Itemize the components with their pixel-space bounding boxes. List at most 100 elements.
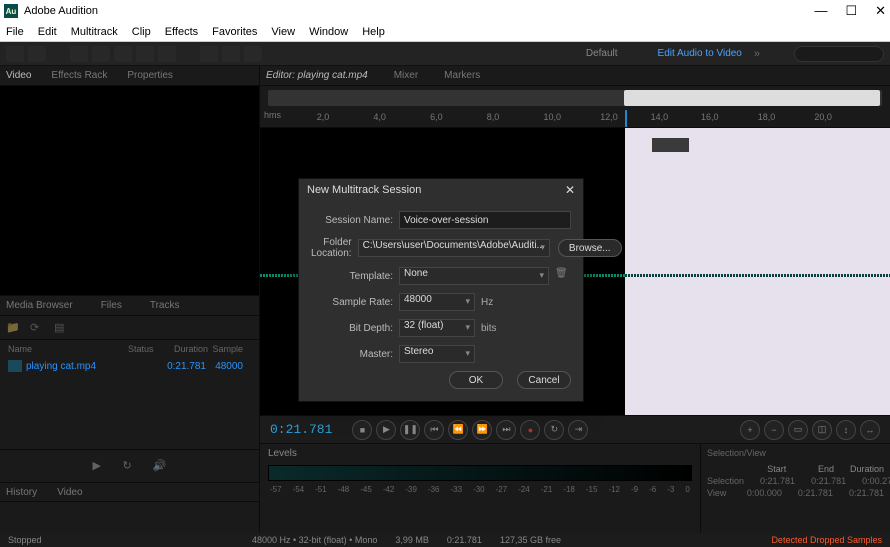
main-toolbar: Default Edit Audio to Video » <box>0 42 890 66</box>
view-start[interactable]: 0:00.000 <box>747 488 782 498</box>
master-select[interactable]: Stereo <box>399 345 475 363</box>
ok-button[interactable]: OK <box>449 371 503 389</box>
loop-button[interactable]: ↻ <box>544 420 564 440</box>
tab-tracks[interactable]: Tracks <box>150 300 180 311</box>
window-titlebar: Au Adobe Audition — ☐ ✕ <box>0 0 890 22</box>
selection-duration[interactable]: 0:00.274 <box>862 476 890 486</box>
dialog-titlebar[interactable]: New Multitrack Session ✕ <box>299 179 583 201</box>
tool-icon[interactable] <box>92 46 110 62</box>
window-minimize-button[interactable]: — <box>814 3 827 19</box>
play-icon[interactable]: ▶ <box>93 459 107 473</box>
tool-icon[interactable] <box>114 46 132 62</box>
sample-rate-select[interactable]: 48000 <box>399 293 475 311</box>
bit-depth-select[interactable]: 32 (float) <box>399 319 475 337</box>
selection-end[interactable]: 0:21.781 <box>811 476 846 486</box>
zoom-full-button[interactable]: ▭ <box>788 420 808 440</box>
menu-clip[interactable]: Clip <box>132 26 151 38</box>
workspace-edit-audio-to-video[interactable]: Edit Audio to Video <box>658 48 742 59</box>
rewind-button[interactable]: ⏪ <box>448 420 468 440</box>
browse-button[interactable]: Browse... <box>558 239 622 257</box>
menu-window[interactable]: Window <box>309 26 348 38</box>
go-end-button[interactable]: ⏭ <box>496 420 516 440</box>
time-ruler[interactable]: hms 2,0 4,0 6,0 8,0 10,0 12,0 14,0 16,0 … <box>260 110 890 128</box>
tab-properties[interactable]: Properties <box>127 70 173 81</box>
media-file-icon <box>8 360 22 372</box>
pause-button[interactable]: ❚❚ <box>400 420 420 440</box>
timecode-display[interactable]: 0:21.781 <box>270 422 332 437</box>
tab-editor-file[interactable]: Editor: playing cat.mp4 <box>266 70 368 81</box>
view-duration[interactable]: 0:21.781 <box>849 488 884 498</box>
volume-icon[interactable]: 🔊 <box>153 459 167 473</box>
tab-video[interactable]: Video <box>6 70 31 81</box>
status-disk: 127,35 GB free <box>500 535 561 545</box>
tool-icon[interactable] <box>136 46 154 62</box>
menu-file[interactable]: File <box>6 26 24 38</box>
tab-video2[interactable]: Video <box>57 487 82 498</box>
record-button[interactable]: ● <box>520 420 540 440</box>
file-name: playing cat.mp4 <box>26 361 136 372</box>
new-folder-icon[interactable]: ▤ <box>54 321 68 335</box>
tool-icon[interactable] <box>222 46 240 62</box>
label-folder-location: Folder Location: <box>311 237 352 259</box>
session-name-input[interactable] <box>399 211 571 229</box>
lvl-tick: -18 <box>563 485 575 494</box>
menu-help[interactable]: Help <box>362 26 385 38</box>
col-status[interactable]: Status <box>128 344 158 354</box>
selection-start[interactable]: 0:21.781 <box>760 476 795 486</box>
file-row[interactable]: playing cat.mp4 0:21.781 48000 <box>0 358 259 374</box>
tab-selection-view[interactable]: Selection/View <box>707 448 884 458</box>
selview-col-end: End <box>802 464 834 474</box>
levels-panel: Levels -57 -54 -51 -48 -45 -42 -39 -36 -… <box>260 444 700 533</box>
tool-icon[interactable] <box>200 46 218 62</box>
cancel-button[interactable]: Cancel <box>517 371 571 389</box>
window-close-button[interactable]: ✕ <box>875 3 886 19</box>
tab-levels[interactable]: Levels <box>268 448 692 459</box>
tab-effects-rack[interactable]: Effects Rack <box>51 70 107 81</box>
multitrack-view-button[interactable] <box>28 46 46 62</box>
folder-up-icon[interactable]: 📁 <box>6 321 20 335</box>
template-select[interactable]: None <box>399 267 549 285</box>
selection-marker[interactable] <box>652 138 689 152</box>
view-end[interactable]: 0:21.781 <box>798 488 833 498</box>
skip-selection-button[interactable]: ⇥ <box>568 420 588 440</box>
col-samplerate[interactable]: Sample <box>208 344 251 354</box>
workspace-default[interactable]: Default <box>586 48 618 59</box>
menu-effects[interactable]: Effects <box>165 26 198 38</box>
lvl-tick: -57 <box>270 485 282 494</box>
col-duration[interactable]: Duration <box>158 344 208 354</box>
tab-markers[interactable]: Markers <box>444 70 480 81</box>
menu-edit[interactable]: Edit <box>38 26 57 38</box>
tab-mixer[interactable]: Mixer <box>394 70 418 81</box>
search-help-input[interactable] <box>794 46 884 62</box>
delete-template-icon[interactable]: 🗑 <box>555 268 571 284</box>
zoom-out-vert-button[interactable]: ↔ <box>860 420 880 440</box>
play-button[interactable]: ▶ <box>376 420 396 440</box>
dialog-close-button[interactable]: ✕ <box>565 183 575 197</box>
zoom-sel-button[interactable]: ◫ <box>812 420 832 440</box>
playhead-icon[interactable] <box>625 110 627 127</box>
tool-icon[interactable] <box>70 46 88 62</box>
menu-multitrack[interactable]: Multitrack <box>71 26 118 38</box>
menu-favorites[interactable]: Favorites <box>212 26 257 38</box>
zoom-in-vert-button[interactable]: ↕ <box>836 420 856 440</box>
loop-icon[interactable]: ↻ <box>123 459 137 473</box>
status-dropped-samples[interactable]: Detected Dropped Samples <box>771 535 882 545</box>
tab-files[interactable]: Files <box>101 300 122 311</box>
workspace-more-icon[interactable]: » <box>754 48 760 60</box>
zoom-out-button[interactable]: − <box>764 420 784 440</box>
stop-button[interactable]: ■ <box>352 420 372 440</box>
zoom-in-button[interactable]: + <box>740 420 760 440</box>
tool-icon[interactable] <box>158 46 176 62</box>
menu-view[interactable]: View <box>271 26 295 38</box>
tab-media-browser[interactable]: Media Browser <box>6 300 73 311</box>
tool-icon[interactable] <box>244 46 262 62</box>
refresh-icon[interactable]: ⟳ <box>30 321 44 335</box>
go-start-button[interactable]: ⏮ <box>424 420 444 440</box>
window-maximize-button[interactable]: ☐ <box>845 3 857 19</box>
forward-button[interactable]: ⏩ <box>472 420 492 440</box>
waveform-view-button[interactable] <box>6 46 24 62</box>
col-name[interactable]: Name <box>8 344 128 354</box>
overview-bar[interactable] <box>260 86 890 110</box>
folder-location-select[interactable]: C:\Users\user\Documents\Adobe\Auditi... <box>358 239 550 257</box>
tab-history[interactable]: History <box>6 487 37 498</box>
